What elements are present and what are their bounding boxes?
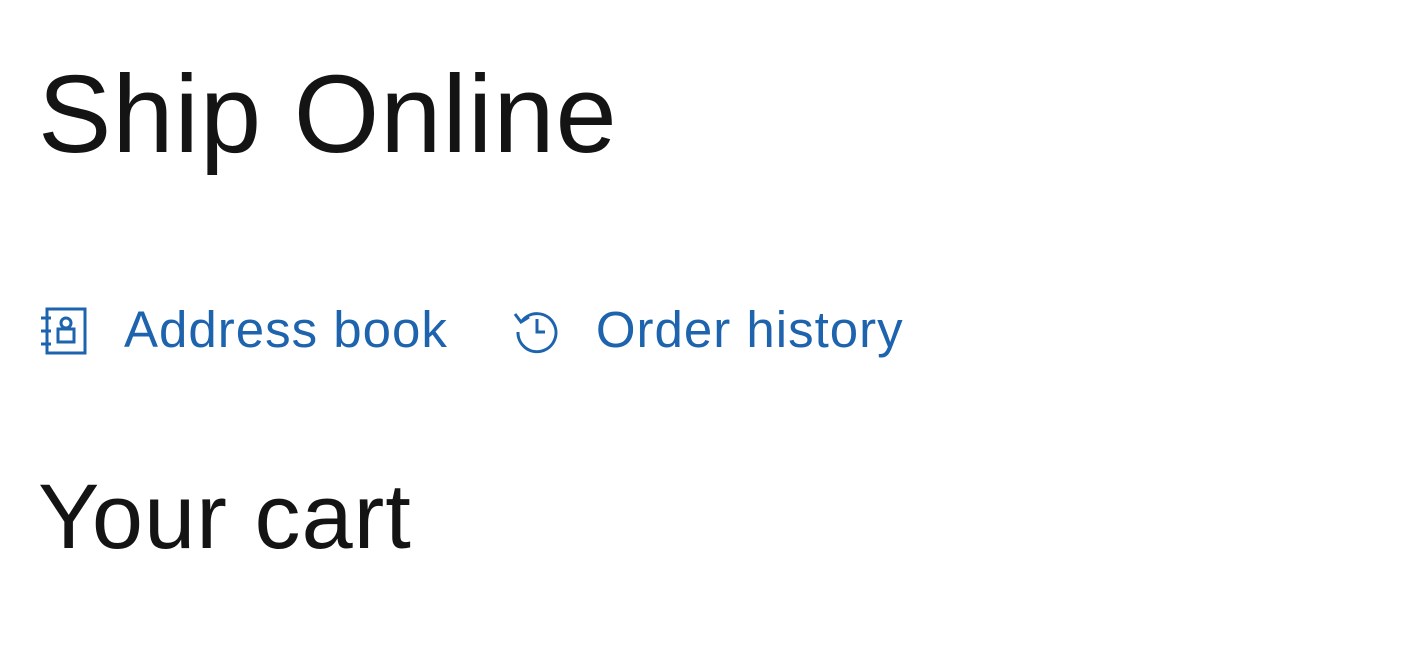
order-history-label: Order history xyxy=(595,301,904,358)
cart-title: Your cart xyxy=(38,466,412,568)
history-icon xyxy=(512,305,562,355)
order-history-link[interactable]: Order history xyxy=(512,300,904,360)
address-book-label: Address book xyxy=(124,301,448,358)
quick-links: Address book Order history xyxy=(40,300,904,360)
address-book-icon xyxy=(40,305,90,355)
address-book-link[interactable]: Address book xyxy=(40,300,448,360)
page-title: Ship Online xyxy=(38,53,618,176)
